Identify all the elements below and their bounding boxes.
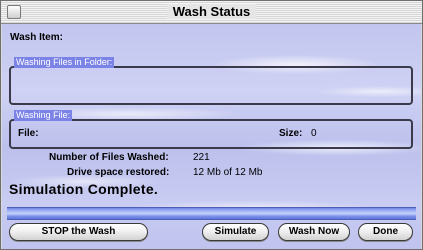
progress-fill bbox=[7, 208, 416, 219]
title-bar[interactable]: Wash Status bbox=[1, 1, 422, 24]
size-value: 0 bbox=[311, 128, 317, 139]
folder-groupbox bbox=[9, 66, 413, 105]
folder-group-title: Washing Files in Folder: bbox=[14, 57, 115, 68]
space-restored-label: Drive space restored: bbox=[67, 167, 170, 178]
wash-now-button[interactable]: Wash Now bbox=[278, 223, 350, 241]
stop-wash-button[interactable]: STOP the Wash bbox=[9, 223, 148, 241]
simulate-button[interactable]: Simulate bbox=[202, 223, 269, 241]
file-label: File: bbox=[18, 128, 39, 139]
wash-item-label: Wash Item: bbox=[10, 32, 63, 43]
progress-bar bbox=[7, 207, 416, 220]
files-washed-value: 221 bbox=[193, 152, 210, 163]
content-area: Wash Item: Washing Files in Folder: Wash… bbox=[2, 24, 421, 249]
status-message: Simulation Complete. bbox=[9, 181, 159, 197]
done-button[interactable]: Done bbox=[358, 223, 413, 241]
wash-status-window: Wash Status Wash Item: Washing Files in … bbox=[0, 0, 423, 250]
file-group-title: Washing File: bbox=[14, 110, 73, 121]
space-restored-value: 12 Mb of 12 Mb bbox=[193, 167, 263, 178]
size-label: Size: bbox=[279, 128, 303, 139]
window-title: Wash Status bbox=[1, 4, 422, 19]
file-groupbox bbox=[9, 119, 413, 149]
files-washed-label: Number of Files Washed: bbox=[49, 152, 169, 163]
